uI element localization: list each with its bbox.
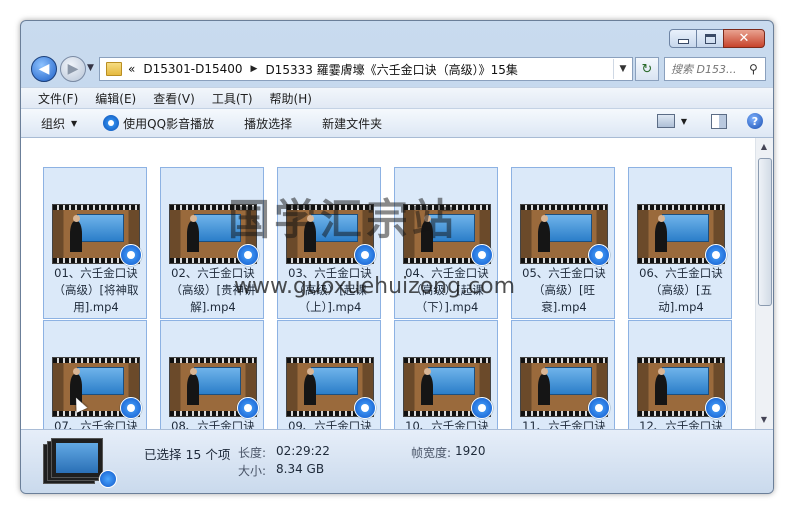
window-controls: ✕ — [669, 29, 765, 48]
length-value: 02:29:22 — [276, 444, 330, 458]
qq-player-icon — [588, 244, 610, 266]
organize-button[interactable]: 组织 ▼ — [41, 115, 77, 132]
chevron-down-icon: ▼ — [71, 118, 78, 128]
close-icon: ✕ — [738, 31, 750, 46]
watermark-title: 国学汇宗站 — [228, 195, 459, 244]
change-view-icon[interactable] — [656, 114, 675, 128]
menu-tools[interactable]: 工具(T) — [212, 90, 253, 107]
selection-thumbnail-stack — [43, 438, 117, 488]
file-item[interactable]: 08、六壬金口诀（高级）[取用神 — [160, 320, 264, 429]
breadcrumb-segment-1[interactable]: D15301-D15400 — [143, 62, 242, 76]
command-bar: 组织 ▼ 使用QQ影音播放 播放选择 新建文件夹 ▼ ? — [21, 108, 773, 138]
forward-button[interactable]: ▶ — [60, 56, 86, 82]
file-item[interactable]: 10、六壬金口诀（高级）[占断思 — [394, 320, 498, 429]
file-name: 01、六壬金口诀（高级）[将神取用].mp4 — [53, 266, 139, 314]
organize-label: 组织 — [41, 116, 66, 131]
qq-player-icon — [354, 397, 376, 419]
watermark-url: www.guoxuehuizong.com — [234, 274, 516, 299]
refresh-icon: ↻ — [641, 61, 653, 77]
toolbar-right: ▼ ? — [656, 113, 763, 129]
file-name: 10、六壬金口诀（高级）[占断思 — [405, 419, 489, 429]
folder-icon — [106, 62, 122, 76]
breadcrumb-separator-icon[interactable]: ▶ — [251, 64, 258, 74]
play-selected-label: 播放选择 — [244, 116, 293, 131]
file-name: 08、六壬金口诀（高级）[取用神 — [171, 419, 255, 429]
qq-player-icon — [705, 397, 727, 419]
qq-player-icon — [120, 244, 142, 266]
preview-pane-icon[interactable] — [711, 113, 727, 129]
file-name: 09、六壬金口诀（高级）[占断思 — [288, 419, 372, 429]
scrollbar-thumb[interactable] — [758, 158, 772, 306]
help-icon[interactable]: ? — [747, 113, 763, 129]
qq-player-icon — [237, 397, 259, 419]
address-dropdown-icon[interactable]: ▼ — [613, 59, 632, 79]
scroll-down-icon[interactable]: ▼ — [758, 413, 770, 427]
minimize-icon — [677, 39, 689, 44]
qq-player-icon — [120, 397, 142, 419]
size-label: 大小: — [238, 464, 267, 478]
file-name: 12、六壬金口诀（高级）[占断思 — [639, 419, 723, 429]
file-name: 05、六壬金口诀（高级）[旺衰].mp4 — [522, 266, 606, 314]
file-item[interactable]: 12、六壬金口诀（高级）[占断思 — [628, 320, 732, 429]
maximize-icon — [704, 33, 716, 44]
file-item[interactable]: 05、六壬金口诀（高级）[旺衰].mp4 — [511, 167, 615, 319]
details-pane: 已选择 15 个项 长度: 02:29:22 大小: 8.34 GB 帧宽度: … — [21, 429, 773, 493]
recent-pages-dropdown[interactable]: ▼ — [87, 63, 94, 73]
frame-width-value: 1920 — [455, 444, 486, 458]
search-input[interactable] — [665, 61, 749, 77]
navigation-row: ◀ ▶ ▼ « D15301-D15400 ▶ D15333 羅霎膚壕《六壬金口… — [29, 55, 766, 83]
size-value: 8.34 GB — [276, 462, 325, 476]
qq-player-icon — [588, 397, 610, 419]
frame-width-label: 帧宽度: — [411, 446, 452, 460]
qq-player-icon — [471, 397, 493, 419]
file-item[interactable]: 11、六壬金口诀（高级）[占断思 — [511, 320, 615, 429]
help-glyph: ? — [751, 114, 759, 128]
qq-player-icon — [354, 244, 376, 266]
qq-player-icon — [705, 244, 727, 266]
menu-bar: 文件(F) 编辑(E) 查看(V) 工具(T) 帮助(H) — [21, 87, 773, 108]
scroll-up-icon[interactable]: ▲ — [758, 140, 770, 154]
forward-arrow-icon: ▶ — [67, 61, 79, 77]
view-options-chevron-icon[interactable]: ▼ — [681, 117, 687, 126]
file-item[interactable]: 06、六壬金口诀（高级）[五动].mp4 — [628, 167, 732, 319]
file-name: 07、六壬金口诀（高级）[三动] — [54, 419, 138, 429]
file-name: 06、六壬金口诀（高级）[五动].mp4 — [639, 266, 723, 314]
refresh-button[interactable]: ↻ — [635, 57, 659, 81]
new-folder-button[interactable]: 新建文件夹 — [322, 115, 382, 132]
menu-view[interactable]: 查看(V) — [153, 90, 195, 107]
breadcrumb-segment-2[interactable]: D15333 羅霎膚壕《六壬金口诀（高级）》15集 — [265, 61, 518, 78]
file-name: 11、六壬金口诀（高级）[占断思 — [522, 419, 606, 429]
search-box[interactable]: ⚲ — [664, 57, 766, 81]
stack-card — [51, 438, 103, 478]
menu-help[interactable]: 帮助(H) — [270, 90, 312, 107]
menu-edit[interactable]: 编辑(E) — [95, 90, 136, 107]
maximize-button[interactable] — [696, 29, 724, 48]
address-bar[interactable]: « D15301-D15400 ▶ D15333 羅霎膚壕《六壬金口诀（高级）》… — [99, 57, 633, 81]
minimize-button[interactable] — [669, 29, 697, 48]
length-label: 长度: — [238, 446, 267, 460]
play-with-qq-label: 使用QQ影音播放 — [123, 116, 215, 131]
file-item[interactable]: 01、六壬金口诀（高级）[将神取用].mp4 — [43, 167, 147, 319]
menu-file[interactable]: 文件(F) — [38, 90, 78, 107]
search-icon[interactable]: ⚲ — [749, 62, 758, 76]
back-button[interactable]: ◀ — [31, 56, 57, 82]
play-with-qq-button[interactable]: 使用QQ影音播放 — [103, 115, 214, 132]
breadcrumb-overflow[interactable]: « — [128, 62, 135, 76]
file-item[interactable]: 07、六壬金口诀（高级）[三动] — [43, 320, 147, 429]
qq-player-icon — [99, 470, 117, 488]
explorer-window: ✕ ◀ ▶ ▼ « D15301-D15400 ▶ D15333 羅霎膚壕《六壬… — [20, 20, 774, 494]
close-button[interactable]: ✕ — [723, 29, 765, 48]
selection-count: 已选择 15 个项 — [144, 447, 231, 462]
qq-player-icon — [103, 115, 120, 131]
vertical-scrollbar[interactable]: ▲ ▼ — [755, 138, 773, 429]
qq-player-icon — [471, 244, 493, 266]
qq-player-icon — [237, 244, 259, 266]
file-item[interactable]: 09、六壬金口诀（高级）[占断思 — [277, 320, 381, 429]
play-selected-button[interactable]: 播放选择 — [244, 115, 292, 132]
new-folder-label: 新建文件夹 — [322, 116, 383, 131]
back-arrow-icon: ◀ — [38, 61, 50, 77]
